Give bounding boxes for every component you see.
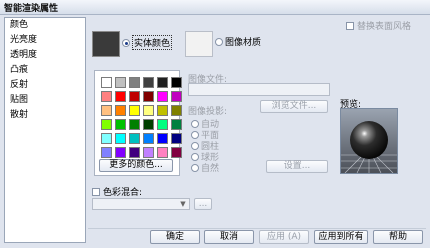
- palette-color-cell[interactable]: [143, 77, 154, 88]
- palette-color-cell[interactable]: [171, 77, 182, 88]
- ok-button[interactable]: 确定: [150, 230, 200, 244]
- palette-color-cell[interactable]: [115, 91, 126, 102]
- material-preview: [340, 108, 398, 174]
- solid-color-swatch[interactable]: [92, 31, 120, 57]
- palette-color-cell[interactable]: [129, 77, 140, 88]
- palette-color-cell[interactable]: [101, 133, 112, 144]
- palette-color-cell[interactable]: [101, 119, 112, 130]
- palette-color-cell[interactable]: [143, 105, 154, 116]
- nav-item-reflection[interactable]: 反射: [5, 78, 85, 93]
- radio-dot[interactable]: [191, 130, 199, 139]
- projection-natural-radio[interactable]: 自然: [191, 161, 219, 174]
- chevron-down-icon[interactable]: ▼: [178, 200, 188, 208]
- color-mix-checkbox[interactable]: 色彩混合:: [92, 185, 142, 198]
- palette-color-cell[interactable]: [157, 119, 168, 130]
- replace-style-checkbox[interactable]: 替换表面风格: [346, 19, 411, 32]
- properties-panel: 替换表面风格 实体颜色 图像材质 更多的颜色... 图像文件: 浏览文件... …: [88, 17, 426, 225]
- palette-color-cell[interactable]: [129, 119, 140, 130]
- image-file-input[interactable]: [188, 83, 330, 96]
- solid-color-radio[interactable]: 实体颜色: [122, 35, 173, 50]
- color-mix-select[interactable]: ▼: [92, 198, 190, 210]
- color-palette: 更多的颜色...: [94, 70, 182, 176]
- palette-color-cell[interactable]: [171, 105, 182, 116]
- checkbox-box[interactable]: [92, 187, 100, 196]
- footer-divider: [88, 228, 426, 229]
- palette-color-cell[interactable]: [143, 147, 154, 158]
- color-mix-label: 色彩混合:: [103, 188, 143, 198]
- preview-sphere-icon: [341, 109, 397, 173]
- palette-color-cell[interactable]: [157, 77, 168, 88]
- category-list[interactable]: 颜色 光亮度 透明度 凸痕 反射 贴图 散射: [4, 17, 86, 243]
- palette-color-cell[interactable]: [171, 133, 182, 144]
- apply-all-button[interactable]: 应用到所有: [314, 230, 368, 244]
- radio-dot[interactable]: [122, 38, 130, 47]
- palette-grid: [101, 77, 182, 158]
- palette-color-cell[interactable]: [157, 105, 168, 116]
- palette-color-cell[interactable]: [143, 119, 154, 130]
- palette-color-cell[interactable]: [143, 91, 154, 102]
- window-title: 智能渲染属性: [4, 4, 59, 14]
- apply-button[interactable]: 应用 (A): [259, 230, 309, 244]
- palette-color-cell[interactable]: [101, 77, 112, 88]
- more-colors-button[interactable]: 更多的颜色...: [99, 159, 173, 172]
- palette-color-cell[interactable]: [129, 105, 140, 116]
- help-button[interactable]: 帮助: [373, 230, 423, 244]
- solid-color-label: 实体颜色: [132, 35, 173, 50]
- palette-color-cell[interactable]: [171, 119, 182, 130]
- palette-color-cell[interactable]: [157, 91, 168, 102]
- image-material-radio[interactable]: 图像材质: [215, 35, 261, 48]
- palette-color-cell[interactable]: [115, 77, 126, 88]
- nav-item-color[interactable]: 颜色: [5, 18, 85, 33]
- color-mix-more-button[interactable]: ...: [194, 198, 212, 210]
- title-bar: 智能渲染属性: [0, 0, 430, 15]
- nav-item-glossiness[interactable]: 光亮度: [5, 33, 85, 48]
- nav-item-transparency[interactable]: 透明度: [5, 48, 85, 63]
- image-material-swatch[interactable]: [185, 31, 213, 57]
- palette-color-cell[interactable]: [129, 147, 140, 158]
- projection-natural-label: 自然: [201, 164, 220, 174]
- palette-color-cell[interactable]: [115, 119, 126, 130]
- palette-color-cell[interactable]: [115, 147, 126, 158]
- radio-dot[interactable]: [215, 37, 223, 46]
- nav-item-texture[interactable]: 贴图: [5, 93, 85, 108]
- nav-item-bump[interactable]: 凸痕: [5, 63, 85, 78]
- palette-color-cell[interactable]: [157, 133, 168, 144]
- radio-dot[interactable]: [191, 141, 199, 150]
- radio-dot[interactable]: [191, 119, 199, 128]
- palette-color-cell[interactable]: [143, 133, 154, 144]
- radio-dot[interactable]: [191, 163, 199, 172]
- palette-color-cell[interactable]: [115, 133, 126, 144]
- radio-dot[interactable]: [191, 152, 199, 161]
- palette-color-cell[interactable]: [171, 147, 182, 158]
- projection-settings-button[interactable]: 设置...: [266, 160, 328, 173]
- palette-color-cell[interactable]: [129, 133, 140, 144]
- palette-color-cell[interactable]: [171, 91, 182, 102]
- replace-style-label: 替换表面风格: [357, 22, 412, 32]
- palette-color-cell[interactable]: [101, 147, 112, 158]
- browse-file-button[interactable]: 浏览文件...: [260, 100, 328, 113]
- cancel-button[interactable]: 取消: [204, 230, 254, 244]
- palette-color-cell[interactable]: [115, 105, 126, 116]
- image-projection-label: 图像投影:: [188, 107, 228, 117]
- nav-item-scatter[interactable]: 散射: [5, 108, 85, 123]
- palette-color-cell[interactable]: [101, 91, 112, 102]
- checkbox-box[interactable]: [346, 21, 354, 30]
- palette-color-cell[interactable]: [129, 91, 140, 102]
- palette-color-cell[interactable]: [101, 105, 112, 116]
- palette-color-cell[interactable]: [157, 147, 168, 158]
- image-material-label: 图像材质: [225, 38, 262, 48]
